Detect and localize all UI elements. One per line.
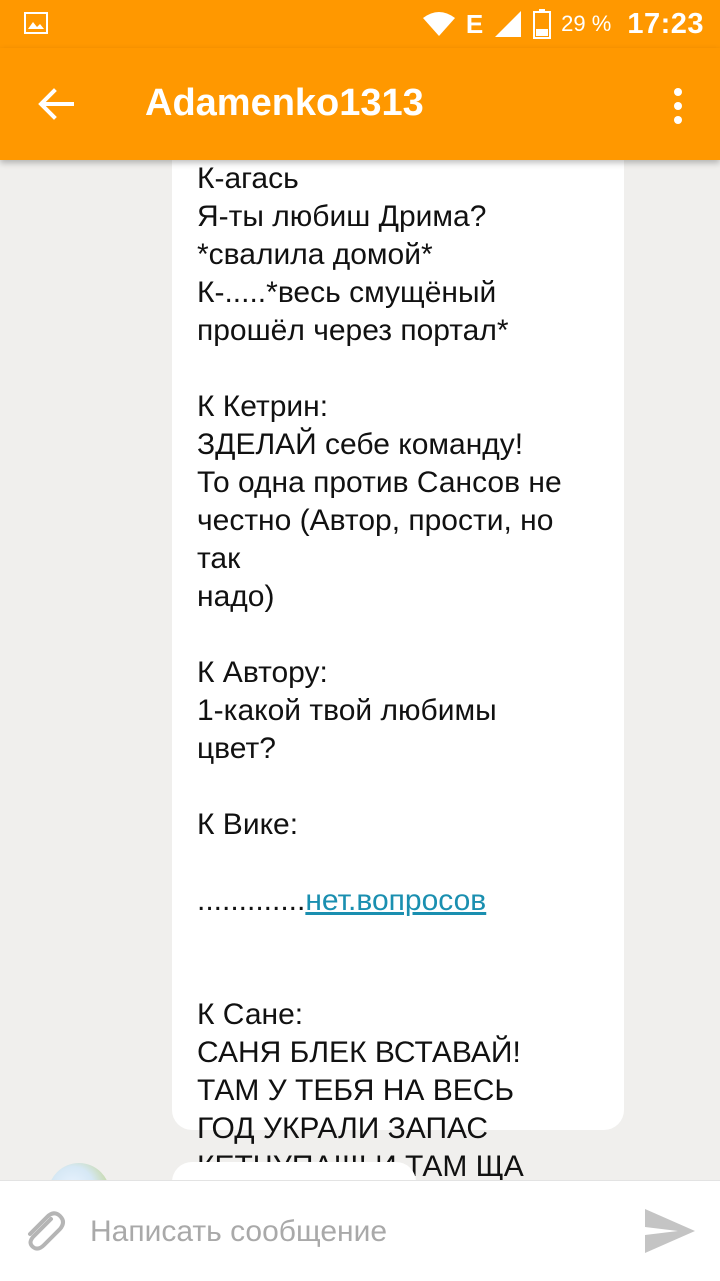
message-line [197, 958, 607, 996]
arrow-left-icon [38, 88, 74, 120]
message-line [197, 768, 607, 806]
battery-percent: 29 % [561, 11, 612, 36]
more-options-button[interactable] [658, 78, 698, 134]
message-link[interactable]: нет.вопросов [305, 884, 486, 917]
clock: 17:23 [627, 7, 704, 40]
message-line: К-агась [197, 162, 299, 195]
message-line [197, 616, 607, 654]
message-line: цвет? [197, 732, 276, 765]
message-bubble-next [172, 1162, 416, 1180]
message-lines: К-агась Я-ты любиш Дрима? *свалила домой* К… [197, 160, 607, 844]
image-notification-icon [24, 12, 48, 34]
status-bar: E 29 % 17:23 [0, 0, 720, 48]
dots-text: ............. [197, 884, 306, 917]
attach-button[interactable] [18, 1205, 70, 1257]
signal-icon [495, 11, 522, 37]
paperclip-icon [28, 1211, 65, 1251]
app-bar: Adamenko1313 [0, 48, 720, 160]
message-line: К Автору: [197, 656, 328, 689]
back-button[interactable] [24, 76, 88, 132]
message-line: так [197, 542, 241, 575]
more-vertical-icon [674, 88, 682, 96]
message-line: ЗДЕЛАЙ себе команду! [197, 428, 524, 461]
composer-bar [0, 1180, 720, 1281]
message-line: Я-ты любиш Дрима? [197, 200, 487, 233]
message-list[interactable]: К-агась Я-ты любиш Дрима? *свалила домой* К… [0, 160, 720, 1180]
message-line: 1-какой твой любимы [197, 694, 497, 727]
battery-icon [533, 9, 552, 39]
message-line: К Сане: [197, 998, 304, 1031]
message-line: надо) [197, 580, 275, 613]
message-text: К-агась Я-ты любиш Дрима? *свалила домой* К… [197, 160, 607, 1180]
message-line: ГОД УКРАЛИ ЗАПАС [197, 1112, 489, 1145]
message-link-line: .............нет.вопросов [197, 882, 607, 920]
message-line: честно (Автор, прости, но [197, 504, 554, 537]
avatar[interactable] [48, 1163, 110, 1180]
message-line: *свалила домой* [197, 238, 433, 271]
message-line: К-.....*весь смущёный [197, 276, 497, 309]
chat-title: Adamenko1313 [145, 82, 424, 124]
message-line: САНЯ БЛЕК ВСТАВАЙ! [197, 1036, 521, 1069]
message-line: То одна против Сансов не [197, 466, 562, 499]
message-line [197, 350, 607, 388]
message-line: К Вике: [197, 808, 299, 841]
send-button[interactable] [642, 1205, 698, 1257]
message-lines-after: К Сане: САНЯ БЛЕК ВСТАВАЙ! ТАМ У ТЕБЯ НА В… [197, 958, 607, 1180]
network-type: E [465, 8, 484, 39]
wifi-icon [422, 12, 455, 36]
message-input[interactable] [88, 1205, 612, 1259]
message-line: К Кетрин: [197, 390, 329, 423]
message-line: прошёл через портал* [197, 314, 509, 347]
send-icon [645, 1209, 695, 1253]
message-line: ТАМ У ТЕБЯ НА ВЕСЬ [197, 1074, 515, 1107]
